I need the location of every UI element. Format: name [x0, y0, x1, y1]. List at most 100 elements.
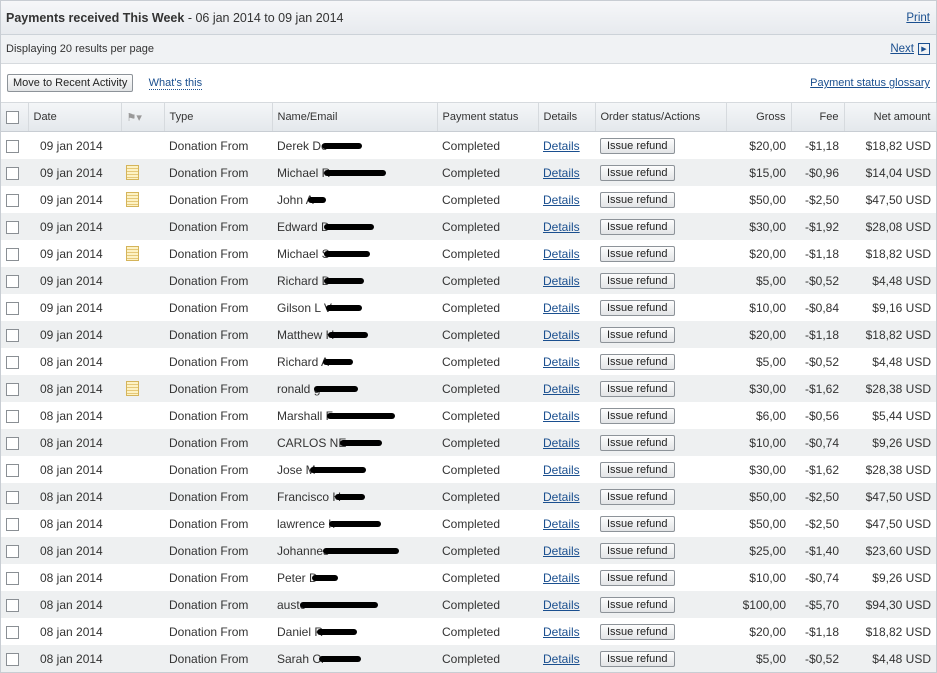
- row-checkbox[interactable]: [6, 463, 19, 477]
- row-checkbox[interactable]: [6, 355, 19, 369]
- issue-refund-button[interactable]: Issue refund: [600, 515, 675, 532]
- issue-refund-button[interactable]: Issue refund: [600, 596, 675, 613]
- details-link[interactable]: Details: [543, 463, 580, 477]
- print-link[interactable]: Print: [906, 12, 930, 24]
- row-select[interactable]: [1, 456, 28, 483]
- issue-refund-button[interactable]: Issue refund: [600, 461, 675, 478]
- row-select[interactable]: [1, 321, 28, 348]
- details-link[interactable]: Details: [543, 301, 580, 315]
- issue-refund-button[interactable]: Issue refund: [600, 299, 675, 316]
- issue-refund-button[interactable]: Issue refund: [600, 137, 675, 154]
- issue-refund-button[interactable]: Issue refund: [600, 623, 675, 640]
- next-page[interactable]: Next ▶: [890, 43, 930, 55]
- row-select[interactable]: [1, 159, 28, 186]
- row-checkbox[interactable]: [6, 274, 19, 288]
- select-all-header[interactable]: [1, 103, 29, 132]
- details-link[interactable]: Details: [543, 193, 580, 207]
- row-checkbox[interactable]: [6, 220, 19, 234]
- row-select[interactable]: [1, 591, 28, 618]
- row-select[interactable]: [1, 375, 28, 402]
- details-link[interactable]: Details: [543, 355, 580, 369]
- issue-refund-button[interactable]: Issue refund: [600, 218, 675, 235]
- move-to-recent-activity-button[interactable]: Move to Recent Activity: [7, 74, 134, 92]
- row-checkbox[interactable]: [6, 166, 19, 180]
- row-select[interactable]: [1, 267, 28, 294]
- details-link[interactable]: Details: [543, 409, 580, 423]
- details-link[interactable]: Details: [543, 517, 580, 531]
- row-select[interactable]: [1, 132, 28, 160]
- issue-refund-button[interactable]: Issue refund: [600, 407, 675, 424]
- details-link[interactable]: Details: [543, 625, 580, 639]
- row-checkbox[interactable]: [6, 652, 19, 666]
- row-select[interactable]: [1, 240, 28, 267]
- details-link[interactable]: Details: [543, 571, 580, 585]
- issue-refund-button[interactable]: Issue refund: [600, 164, 675, 181]
- note-icon[interactable]: [126, 192, 139, 208]
- issue-refund-button[interactable]: Issue refund: [600, 272, 675, 289]
- col-net-amount[interactable]: Net amount: [844, 103, 937, 132]
- details-link[interactable]: Details: [543, 544, 580, 558]
- issue-refund-button[interactable]: Issue refund: [600, 326, 675, 343]
- issue-refund-button[interactable]: Issue refund: [600, 488, 675, 505]
- select-all-checkbox[interactable]: [6, 110, 19, 124]
- flag-filter-icon[interactable]: ⚑▾: [127, 111, 142, 124]
- payment-status-glossary-link[interactable]: Payment status glossary: [810, 77, 930, 89]
- row-select[interactable]: [1, 483, 28, 510]
- issue-refund-button[interactable]: Issue refund: [600, 569, 675, 586]
- issue-refund-button[interactable]: Issue refund: [600, 191, 675, 208]
- issue-refund-button[interactable]: Issue refund: [600, 353, 675, 370]
- details-link[interactable]: Details: [543, 382, 580, 396]
- row-checkbox[interactable]: [6, 544, 19, 558]
- details-link[interactable]: Details: [543, 436, 580, 450]
- note-icon[interactable]: [126, 381, 139, 397]
- next-arrow-icon[interactable]: ▶: [918, 43, 930, 55]
- issue-refund-button[interactable]: Issue refund: [600, 650, 675, 667]
- row-checkbox[interactable]: [6, 490, 19, 504]
- col-type[interactable]: Type: [164, 103, 273, 132]
- details-link[interactable]: Details: [543, 139, 580, 153]
- row-checkbox[interactable]: [6, 382, 19, 396]
- row-select[interactable]: [1, 510, 28, 537]
- col-date[interactable]: Date: [28, 103, 122, 132]
- issue-refund-button[interactable]: Issue refund: [600, 434, 675, 451]
- row-select[interactable]: [1, 294, 28, 321]
- col-payment-status[interactable]: Payment status: [437, 103, 539, 132]
- details-link[interactable]: Details: [543, 652, 580, 666]
- row-checkbox[interactable]: [6, 139, 19, 153]
- row-select[interactable]: [1, 429, 28, 456]
- row-checkbox[interactable]: [6, 301, 19, 315]
- note-icon[interactable]: [126, 246, 139, 262]
- row-select[interactable]: [1, 537, 28, 564]
- details-link[interactable]: Details: [543, 490, 580, 504]
- row-select[interactable]: [1, 564, 28, 591]
- row-select[interactable]: [1, 186, 28, 213]
- details-link[interactable]: Details: [543, 220, 580, 234]
- col-flag[interactable]: ⚑▾: [121, 103, 165, 132]
- row-checkbox[interactable]: [6, 598, 19, 612]
- row-checkbox[interactable]: [6, 571, 19, 585]
- row-checkbox[interactable]: [6, 193, 19, 207]
- row-select[interactable]: [1, 618, 28, 645]
- row-checkbox[interactable]: [6, 436, 19, 450]
- row-checkbox[interactable]: [6, 517, 19, 531]
- row-select[interactable]: [1, 348, 28, 375]
- issue-refund-button[interactable]: Issue refund: [600, 245, 675, 262]
- issue-refund-button[interactable]: Issue refund: [600, 542, 675, 559]
- whats-this-link[interactable]: What's this: [148, 77, 203, 90]
- details-link[interactable]: Details: [543, 598, 580, 612]
- col-fee[interactable]: Fee: [791, 103, 845, 132]
- row-select[interactable]: [1, 213, 28, 240]
- next-link[interactable]: Next: [890, 43, 914, 55]
- row-select[interactable]: [1, 402, 28, 429]
- row-checkbox[interactable]: [6, 625, 19, 639]
- row-checkbox[interactable]: [6, 328, 19, 342]
- issue-refund-button[interactable]: Issue refund: [600, 380, 675, 397]
- details-link[interactable]: Details: [543, 166, 580, 180]
- row-checkbox[interactable]: [6, 247, 19, 261]
- col-name-email[interactable]: Name/Email: [272, 103, 438, 132]
- row-checkbox[interactable]: [6, 409, 19, 423]
- col-gross[interactable]: Gross: [726, 103, 792, 132]
- note-icon[interactable]: [126, 165, 139, 181]
- row-select[interactable]: [1, 645, 28, 672]
- details-link[interactable]: Details: [543, 274, 580, 288]
